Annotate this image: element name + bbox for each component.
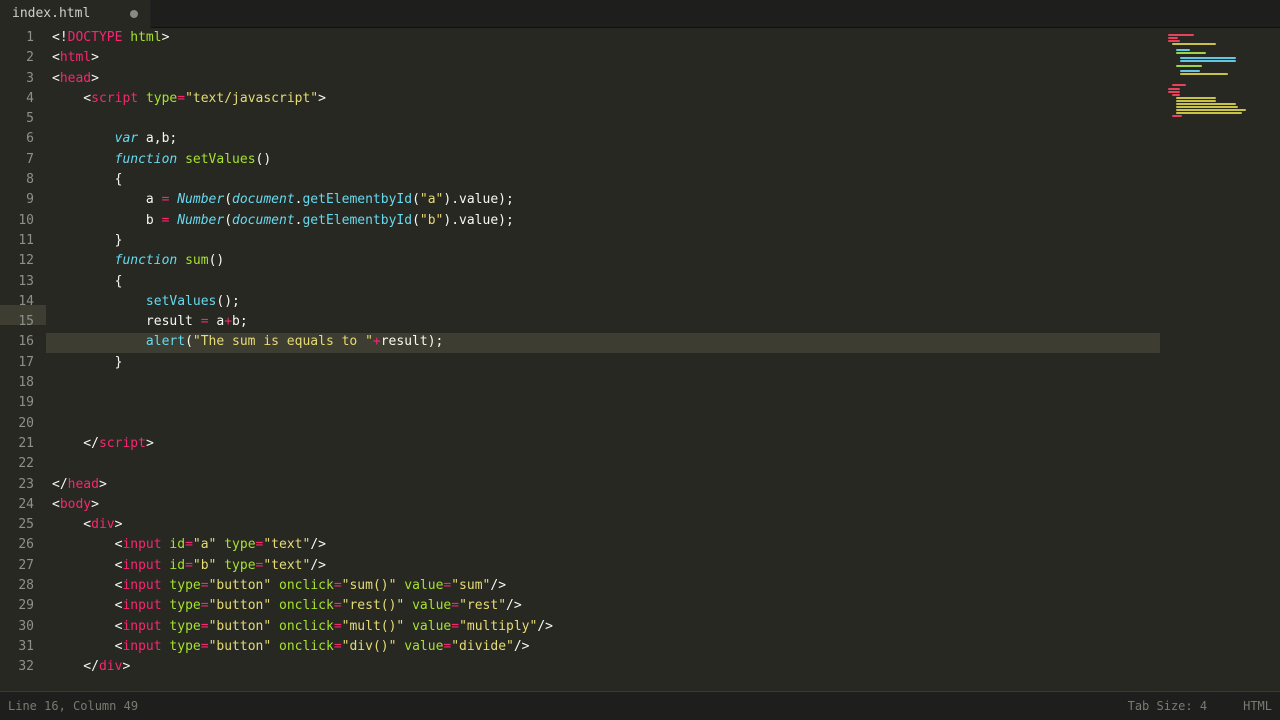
line-number: 12 xyxy=(0,251,34,271)
unsaved-dot-icon xyxy=(130,10,138,18)
minimap-line-icon xyxy=(1176,106,1238,108)
minimap-line-icon xyxy=(1168,40,1180,42)
line-number: 19 xyxy=(0,393,34,413)
minimap-line-icon xyxy=(1176,109,1246,111)
line-number: 23 xyxy=(0,475,34,495)
code-line[interactable]: <body> xyxy=(46,495,1160,515)
minimap-line-icon xyxy=(1172,115,1182,117)
code-line[interactable]: b = Number(document.getElementbyId("b").… xyxy=(46,211,1160,231)
minimap-line-icon xyxy=(1180,60,1236,62)
line-number: 14 xyxy=(0,292,34,312)
code-line[interactable] xyxy=(46,454,1160,474)
code-line[interactable]: <input type="button" onclick="rest()" va… xyxy=(46,596,1160,616)
line-number: 29 xyxy=(0,596,34,616)
code-area[interactable]: <!DOCTYPE html><html><head> <script type… xyxy=(46,28,1160,691)
line-number: 24 xyxy=(0,495,34,515)
code-line[interactable]: } xyxy=(46,353,1160,373)
line-number: 26 xyxy=(0,535,34,555)
status-tab-size[interactable]: Tab Size: 4 xyxy=(1128,699,1207,713)
code-line[interactable]: { xyxy=(46,170,1160,190)
line-number: 11 xyxy=(0,231,34,251)
line-number: 20 xyxy=(0,414,34,434)
line-number: 30 xyxy=(0,617,34,637)
code-line[interactable]: { xyxy=(46,272,1160,292)
status-cursor-position[interactable]: Line 16, Column 49 xyxy=(8,699,138,713)
line-number: 5 xyxy=(0,109,34,129)
minimap-line-icon xyxy=(1168,88,1180,90)
minimap-line-icon xyxy=(1172,94,1180,96)
code-line[interactable]: alert("The sum is equals to "+result); xyxy=(46,332,1160,352)
minimap[interactable] xyxy=(1160,28,1280,691)
code-line[interactable]: <input type="button" onclick="div()" val… xyxy=(46,637,1160,657)
status-bar: Line 16, Column 49 Tab Size: 4 HTML xyxy=(0,691,1280,720)
code-line[interactable]: <!DOCTYPE html> xyxy=(46,28,1160,48)
minimap-line-icon xyxy=(1180,57,1236,59)
line-number: 21 xyxy=(0,434,34,454)
minimap-line-icon xyxy=(1176,65,1202,67)
line-number: 10 xyxy=(0,211,34,231)
minimap-line-icon xyxy=(1176,49,1190,51)
code-line[interactable] xyxy=(46,373,1160,393)
line-number: 13 xyxy=(0,272,34,292)
line-number: 27 xyxy=(0,556,34,576)
code-line[interactable]: <script type="text/javascript"> xyxy=(46,89,1160,109)
minimap-line-icon xyxy=(1168,37,1178,39)
code-line[interactable]: <input id="b" type="text"/> xyxy=(46,556,1160,576)
line-number: 1 xyxy=(0,28,34,48)
code-line[interactable]: setValues(); xyxy=(46,292,1160,312)
minimap-line-icon xyxy=(1168,91,1180,93)
line-number: 8 xyxy=(0,170,34,190)
code-line[interactable]: function setValues() xyxy=(46,150,1160,170)
minimap-line-icon xyxy=(1176,103,1236,105)
line-number: 15 xyxy=(0,312,34,332)
code-line[interactable]: </head> xyxy=(46,475,1160,495)
code-line[interactable]: </div> xyxy=(46,657,1160,677)
line-number: 16 xyxy=(0,332,34,352)
code-line[interactable] xyxy=(46,393,1160,413)
line-number: 3 xyxy=(0,69,34,89)
line-number: 25 xyxy=(0,515,34,535)
code-line[interactable]: <input id="a" type="text"/> xyxy=(46,535,1160,555)
code-line[interactable] xyxy=(46,414,1160,434)
minimap-line-icon xyxy=(1176,52,1206,54)
minimap-line-icon xyxy=(1172,84,1186,86)
minimap-line-icon xyxy=(1180,73,1228,75)
status-syntax[interactable]: HTML xyxy=(1243,699,1272,713)
line-number: 18 xyxy=(0,373,34,393)
code-line[interactable]: result = a+b; xyxy=(46,312,1160,332)
code-line[interactable]: <head> xyxy=(46,69,1160,89)
tab-filename: index.html xyxy=(12,6,90,21)
code-line[interactable]: function sum() xyxy=(46,251,1160,271)
line-number: 28 xyxy=(0,576,34,596)
line-number: 17 xyxy=(0,353,34,373)
line-number: 31 xyxy=(0,637,34,657)
minimap-line-icon xyxy=(1176,112,1242,114)
tab-bar: index.html xyxy=(0,0,1280,28)
line-number: 7 xyxy=(0,150,34,170)
code-line[interactable]: <input type="button" onclick="sum()" val… xyxy=(46,576,1160,596)
code-line[interactable]: var a,b; xyxy=(46,129,1160,149)
code-line[interactable]: <input type="button" onclick="mult()" va… xyxy=(46,617,1160,637)
code-line[interactable]: </script> xyxy=(46,434,1160,454)
code-line[interactable]: <html> xyxy=(46,48,1160,68)
code-line[interactable] xyxy=(46,109,1160,129)
minimap-line-icon xyxy=(1180,70,1200,72)
minimap-line-icon xyxy=(1176,97,1216,99)
minimap-line-icon xyxy=(1172,43,1216,45)
line-number: 32 xyxy=(0,657,34,677)
line-number-gutter[interactable]: 1234567891011121314151617181920212223242… xyxy=(0,28,46,691)
line-number: 9 xyxy=(0,190,34,210)
code-line[interactable]: a = Number(document.getElementbyId("a").… xyxy=(46,190,1160,210)
tab-active[interactable]: index.html xyxy=(0,0,151,28)
line-number: 22 xyxy=(0,454,34,474)
editor: 1234567891011121314151617181920212223242… xyxy=(0,28,1280,691)
minimap-line-icon xyxy=(1168,34,1194,36)
code-line[interactable]: } xyxy=(46,231,1160,251)
line-number: 6 xyxy=(0,129,34,149)
minimap-line-icon xyxy=(1176,100,1216,102)
line-number: 2 xyxy=(0,48,34,68)
line-number: 4 xyxy=(0,89,34,109)
code-line[interactable]: <div> xyxy=(46,515,1160,535)
